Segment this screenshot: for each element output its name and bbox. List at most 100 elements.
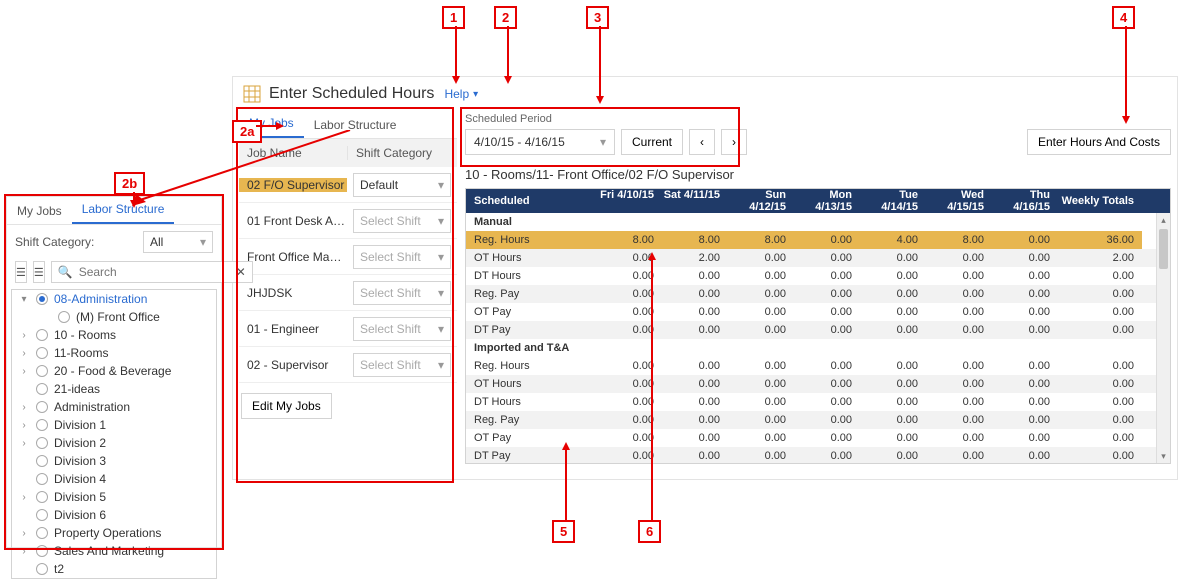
tab-my-jobs[interactable]: My Jobs (239, 110, 304, 138)
tree-item[interactable]: ›20 - Food & Beverage (12, 362, 216, 380)
radio-icon[interactable] (36, 473, 48, 485)
grid-body[interactable]: ManualReg. Hours8.008.008.000.004.008.00… (466, 213, 1170, 463)
scroll-up-icon[interactable]: ▴ (1157, 213, 1170, 227)
current-button[interactable]: Current (621, 129, 683, 155)
cell-value[interactable]: 0.00 (992, 303, 1058, 321)
chevron-right-icon[interactable]: › (18, 420, 30, 431)
cell-value[interactable]: 0.00 (728, 375, 794, 393)
cell-value[interactable]: 8.00 (596, 231, 662, 249)
cell-value[interactable]: 0.00 (662, 375, 728, 393)
chevron-right-icon[interactable]: › (18, 402, 30, 413)
cell-value[interactable]: 0.00 (992, 357, 1058, 375)
cell-value[interactable]: 0.00 (860, 267, 926, 285)
radio-icon[interactable] (36, 401, 48, 413)
tree-item[interactable]: ›Administration (12, 398, 216, 416)
prev-period-button[interactable]: ‹ (689, 129, 715, 155)
cell-value[interactable]: 0.00 (596, 447, 662, 463)
cell-value[interactable]: 0.00 (992, 285, 1058, 303)
chevron-right-icon[interactable]: › (18, 438, 30, 449)
grid-data-row[interactable]: DT Pay0.000.000.000.000.000.000.000.00 (466, 447, 1170, 463)
chevron-right-icon[interactable]: › (18, 546, 30, 557)
chevron-right-icon[interactable]: › (18, 330, 30, 341)
cell-value[interactable]: 0.00 (596, 249, 662, 267)
cell-value[interactable]: 0.00 (662, 321, 728, 339)
shift-category-select[interactable]: All ▾ (143, 231, 213, 253)
cell-value[interactable]: 2.00 (662, 249, 728, 267)
cell-value[interactable]: 0.00 (794, 321, 860, 339)
clear-search-icon[interactable]: ✕ (236, 265, 246, 279)
indent-button[interactable]: ☰ (33, 261, 45, 283)
cell-value[interactable]: 0.00 (728, 393, 794, 411)
radio-icon[interactable] (36, 365, 48, 377)
cell-value[interactable]: 0.00 (926, 375, 992, 393)
grid-data-row[interactable]: Reg. Pay0.000.000.000.000.000.000.000.00 (466, 411, 1170, 429)
vertical-scrollbar[interactable]: ▴ ▾ (1156, 213, 1170, 463)
cell-value[interactable]: 0.00 (992, 375, 1058, 393)
cell-value[interactable]: 0.00 (794, 249, 860, 267)
cell-value[interactable]: 0.00 (596, 285, 662, 303)
period-range-select[interactable]: 4/10/15 - 4/16/15 ▾ (465, 129, 615, 155)
cell-value[interactable]: 4.00 (860, 231, 926, 249)
tree-item[interactable]: ›Division 1 (12, 416, 216, 434)
cell-value[interactable]: 0.00 (794, 357, 860, 375)
radio-icon[interactable] (36, 509, 48, 521)
chevron-right-icon[interactable]: › (18, 492, 30, 503)
help-link[interactable]: Help ▾ (444, 87, 478, 101)
cell-value[interactable]: 0.00 (992, 231, 1058, 249)
tree-item[interactable]: ▾08-Administration (12, 290, 216, 308)
scroll-thumb[interactable] (1159, 229, 1168, 269)
job-row[interactable]: 01 Front Desk AgentSelect Shift▾ (239, 203, 457, 239)
radio-icon[interactable] (36, 527, 48, 539)
edit-my-jobs-button[interactable]: Edit My Jobs (241, 393, 332, 419)
cell-value[interactable]: 0.00 (860, 357, 926, 375)
cell-value[interactable]: 0.00 (926, 429, 992, 447)
shift-select[interactable]: Select Shift▾ (353, 245, 451, 269)
grid-data-row[interactable]: OT Pay0.000.000.000.000.000.000.000.00 (466, 303, 1170, 321)
labor-tab-labor-structure[interactable]: Labor Structure (72, 196, 175, 224)
cell-value[interactable]: 0.00 (926, 393, 992, 411)
cell-value[interactable]: 0.00 (860, 375, 926, 393)
tree-item[interactable]: ›11-Rooms (12, 344, 216, 362)
chevron-right-icon[interactable]: › (18, 348, 30, 359)
tree-item[interactable]: (M) Front Office (12, 308, 216, 326)
cell-value[interactable]: 0.00 (662, 429, 728, 447)
cell-value[interactable]: 0.00 (728, 411, 794, 429)
cell-value[interactable]: 0.00 (662, 285, 728, 303)
grid-data-row[interactable]: OT Pay0.000.000.000.000.000.000.000.00 (466, 429, 1170, 447)
chevron-right-icon[interactable]: › (18, 366, 30, 377)
shift-select[interactable]: Default▾ (353, 173, 451, 197)
cell-value[interactable]: 0.00 (926, 411, 992, 429)
cell-value[interactable]: 0.00 (794, 393, 860, 411)
chevron-right-icon[interactable]: › (18, 528, 30, 539)
shift-select[interactable]: Select Shift▾ (353, 281, 451, 305)
tree-box[interactable]: ▾08-Administration(M) Front Office›10 - … (11, 289, 217, 579)
tree-item[interactable]: ›Property Operations (12, 524, 216, 542)
job-row[interactable]: 02 F/O SupervisorDefault▾ (239, 167, 457, 203)
cell-value[interactable]: 0.00 (992, 249, 1058, 267)
cell-value[interactable]: 0.00 (596, 375, 662, 393)
cell-value[interactable]: 0.00 (794, 267, 860, 285)
cell-value[interactable]: 0.00 (728, 357, 794, 375)
tree-item[interactable]: ›Division 5 (12, 488, 216, 506)
cell-value[interactable]: 0.00 (860, 285, 926, 303)
cell-value[interactable]: 0.00 (926, 357, 992, 375)
cell-value[interactable]: 0.00 (926, 447, 992, 463)
shift-select[interactable]: Select Shift▾ (353, 209, 451, 233)
grid-data-row[interactable]: Reg. Hours0.000.000.000.000.000.000.000.… (466, 357, 1170, 375)
cell-value[interactable]: 0.00 (728, 303, 794, 321)
tree-item[interactable]: ›Sales And Marketing (12, 542, 216, 560)
cell-value[interactable]: 0.00 (794, 285, 860, 303)
next-period-button[interactable]: › (721, 129, 747, 155)
cell-value[interactable]: 0.00 (596, 429, 662, 447)
grid-data-row[interactable]: Reg. Hours8.008.008.000.004.008.000.0036… (466, 231, 1170, 249)
cell-value[interactable]: 0.00 (728, 267, 794, 285)
radio-icon[interactable] (36, 545, 48, 557)
cell-value[interactable]: 0.00 (992, 447, 1058, 463)
cell-value[interactable]: 0.00 (860, 393, 926, 411)
cell-value[interactable]: 0.00 (992, 321, 1058, 339)
grid-data-row[interactable]: DT Hours0.000.000.000.000.000.000.000.00 (466, 267, 1170, 285)
cell-value[interactable]: 0.00 (860, 321, 926, 339)
cell-value[interactable]: 0.00 (728, 285, 794, 303)
tree-item[interactable]: Division 4 (12, 470, 216, 488)
radio-icon[interactable] (36, 419, 48, 431)
